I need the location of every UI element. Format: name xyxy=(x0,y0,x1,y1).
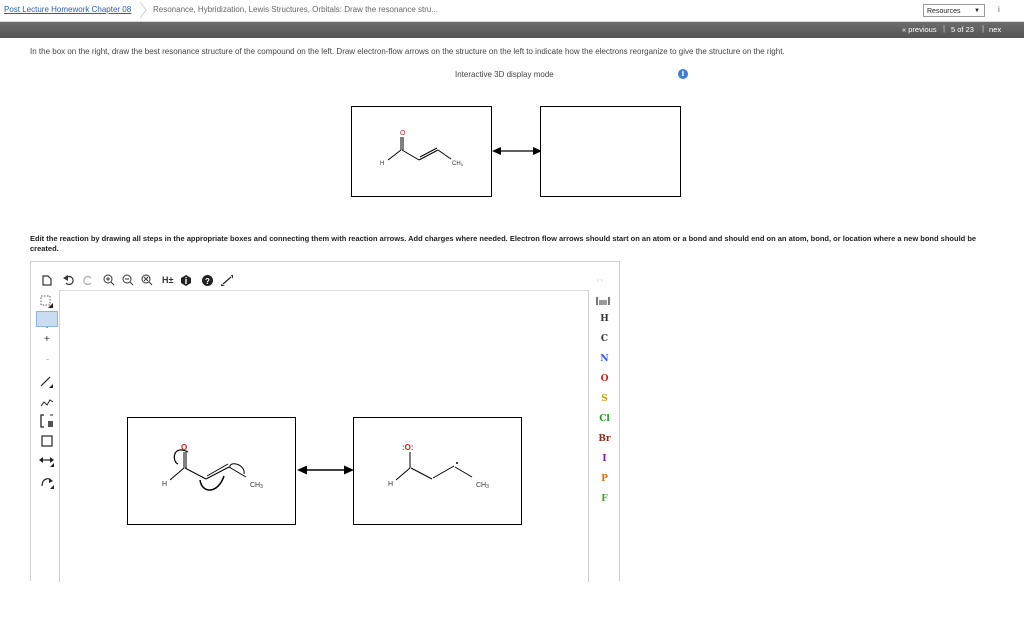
element-n-button[interactable]: N xyxy=(589,354,620,364)
single-bond-icon[interactable] xyxy=(40,375,54,389)
reaction-arrow-icon[interactable] xyxy=(39,455,55,467)
bond xyxy=(395,467,411,481)
crotonaldehyde-structure: O H CH3 xyxy=(380,130,464,167)
bond xyxy=(169,467,185,481)
element-c-button[interactable]: C xyxy=(589,334,620,344)
structure-editor: H± ? + - O H CH3:O: · · H CH3 ‹ › H C N… xyxy=(30,261,620,583)
oxygen-lone-pair-dots: · · xyxy=(405,439,411,445)
editor-toolbar: H± ? xyxy=(31,262,619,290)
oxygen-label: O xyxy=(400,130,406,137)
chain-tool-icon[interactable] xyxy=(40,396,54,408)
previous-button[interactable]: « previous xyxy=(902,25,937,34)
bond xyxy=(418,149,439,161)
current-assignment-title: Resonance, Hybridization, Lewis Structur… xyxy=(153,5,439,14)
positive-charge-tool[interactable]: + xyxy=(44,334,50,345)
bracket-tool-icon[interactable] xyxy=(40,414,54,428)
bond xyxy=(410,467,433,480)
explicit-hydrogens-button[interactable]: H± xyxy=(162,275,173,285)
editor-prompt: Edit the reaction by drawing all steps i… xyxy=(30,234,977,253)
curved-arrow-icon[interactable] xyxy=(39,475,55,489)
editor-left-toolbar: + - xyxy=(31,290,60,582)
resources-label: Resources xyxy=(927,8,961,15)
nav-separator: | xyxy=(943,24,946,33)
breadcrumb-chevron-icon xyxy=(139,1,147,19)
expand-icon[interactable]: ‹ › xyxy=(597,278,603,284)
element-palette: ‹ › H C N O S Cl Br I P F xyxy=(588,278,620,582)
reactant-box[interactable]: O H CH3 xyxy=(127,417,296,525)
negative-charge-tool[interactable]: - xyxy=(46,354,49,364)
resources-dropdown[interactable]: Resources ▼ xyxy=(923,4,985,17)
redo-icon[interactable] xyxy=(83,275,94,285)
bond xyxy=(419,147,438,158)
question-instruction: In the box on the right, draw the best r… xyxy=(30,47,785,56)
help-icon[interactable]: ? xyxy=(202,275,213,286)
element-p-button[interactable]: P xyxy=(589,474,620,484)
given-structure-box: O H CH3 xyxy=(351,106,492,197)
bond xyxy=(437,149,452,160)
dropdown-arrow-icon: ▼ xyxy=(974,8,980,14)
select-tool-icon[interactable] xyxy=(40,295,54,309)
element-h-button[interactable]: H xyxy=(589,314,620,324)
bond xyxy=(206,463,229,477)
element-cl-button[interactable]: Cl xyxy=(589,414,620,424)
element-f-button[interactable]: F xyxy=(589,494,620,504)
zoom-out-icon[interactable] xyxy=(122,274,134,286)
bond xyxy=(184,467,207,480)
element-i-button[interactable]: I xyxy=(589,454,620,464)
methyl-label: CH3 xyxy=(250,482,263,490)
eraser-selected-highlight xyxy=(36,311,58,327)
svg-text:?: ? xyxy=(205,277,210,286)
display-mode-label[interactable]: Interactive 3D display mode xyxy=(455,70,554,79)
course-breadcrumb-link[interactable]: Post Lecture Homework Chapter 08 xyxy=(4,5,131,14)
ring-tool-icon[interactable] xyxy=(41,435,53,447)
question-counter: 5 of 23 xyxy=(951,25,974,34)
product-structure: :O: · · H CH3 xyxy=(388,439,489,490)
answer-structure-box[interactable] xyxy=(540,106,681,197)
bond xyxy=(387,149,402,161)
top-breadcrumb-bar: Post Lecture Homework Chapter 08 Resonan… xyxy=(0,0,1024,22)
question-nav-bar: « previous | 5 of 23 | nex xyxy=(0,22,1024,38)
bond xyxy=(205,466,230,480)
resonance-arrow-icon xyxy=(492,147,542,155)
drawing-canvas[interactable]: O H CH3 :O: · · H CH3 xyxy=(60,290,588,583)
zoom-in-icon[interactable] xyxy=(103,274,115,286)
fullscreen-icon[interactable] xyxy=(221,275,233,286)
info-hexagon-icon[interactable] xyxy=(181,275,191,286)
oxygen-label: O xyxy=(181,443,187,452)
bond xyxy=(401,149,420,161)
new-document-icon[interactable] xyxy=(42,275,52,286)
element-o-button[interactable]: O xyxy=(589,374,620,384)
bond xyxy=(454,466,473,478)
info-icon[interactable]: i xyxy=(678,69,688,79)
zoom-reset-icon[interactable] xyxy=(141,274,153,286)
hydrogen-label: H xyxy=(380,161,384,167)
periodic-table-icon[interactable] xyxy=(595,295,611,307)
reactant-structure-with-arrows: O H CH3 xyxy=(162,443,263,491)
radical-dot xyxy=(456,462,458,464)
methyl-label: CH3 xyxy=(452,161,464,167)
undo-icon[interactable] xyxy=(63,275,74,285)
nav-separator: | xyxy=(982,24,985,33)
hydrogen-label: H xyxy=(162,481,167,488)
methyl-label: CH3 xyxy=(476,482,489,490)
top-edge-mark: i xyxy=(998,5,1000,14)
next-button[interactable]: nex xyxy=(989,25,1001,34)
hydrogen-label: H xyxy=(388,481,393,488)
bond xyxy=(432,465,455,479)
resonance-arrow-icon xyxy=(297,465,354,475)
product-box[interactable]: :O: · · H CH3 xyxy=(353,417,522,525)
element-s-button[interactable]: S xyxy=(589,394,620,404)
element-br-button[interactable]: Br xyxy=(589,434,620,444)
